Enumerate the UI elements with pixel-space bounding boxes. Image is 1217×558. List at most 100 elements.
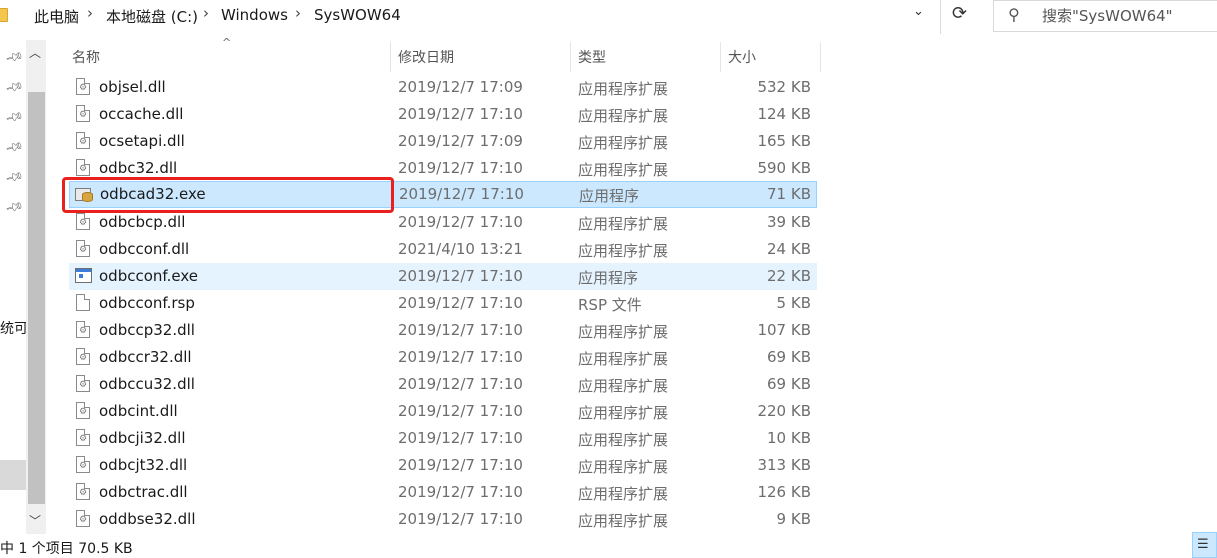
search-box[interactable]: ⚲ xyxy=(993,0,1217,32)
file-name: oddbse32.dll xyxy=(99,510,196,528)
dll-file-icon: ⚙ xyxy=(76,321,90,338)
column-header-size[interactable]: 大小 xyxy=(728,47,756,67)
file-row[interactable]: ⚙ odbccu32.dll 2019/12/7 17:10 应用程序扩展 69… xyxy=(69,371,817,398)
file-size: 10 KB xyxy=(767,429,811,447)
column-header-name[interactable]: 名称 xyxy=(72,47,100,67)
address-dropdown-icon[interactable]: ⌄ xyxy=(913,4,924,19)
file-row[interactable]: ⚙ odbcconf.dll 2021/4/10 13:21 应用程序扩展 24… xyxy=(69,236,817,263)
pin-icon[interactable]: 📌︎ xyxy=(5,107,25,127)
file-size: 124 KB xyxy=(757,105,811,123)
file-name: odbcconf.rsp xyxy=(99,294,195,312)
file-row[interactable]: ⚙ objsel.dll 2019/12/7 17:09 应用程序扩展 532 … xyxy=(69,74,817,101)
file-type: 应用程序扩展 xyxy=(578,215,669,233)
file-row[interactable]: odbcconf.rsp 2019/12/7 17:10 RSP 文件 5 KB xyxy=(69,290,817,317)
file-type: 应用程序扩展 xyxy=(578,107,669,125)
pin-icon[interactable]: 📌︎ xyxy=(5,137,25,157)
file-name: occache.dll xyxy=(99,105,184,123)
file-row[interactable]: ⚙ odbcint.dll 2019/12/7 17:10 应用程序扩展 220… xyxy=(69,398,817,425)
file-size: 69 KB xyxy=(767,348,811,366)
file-date: 2019/12/7 17:09 xyxy=(398,132,523,150)
file-size: 165 KB xyxy=(757,132,811,150)
search-input[interactable] xyxy=(1042,7,1212,25)
breadcrumb-this-pc[interactable]: 此电脑 xyxy=(34,6,79,27)
file-type: 应用程序扩展 xyxy=(578,458,669,476)
column-divider[interactable] xyxy=(390,42,391,72)
application-icon xyxy=(75,268,92,283)
file-row[interactable]: ⚙ odbcji32.dll 2019/12/7 17:10 应用程序扩展 10… xyxy=(69,425,817,452)
details-view-icon: ☰ xyxy=(1197,537,1209,552)
file-name: objsel.dll xyxy=(99,78,166,96)
file-row[interactable]: ⚙ odbccr32.dll 2019/12/7 17:10 应用程序扩展 69… xyxy=(69,344,817,371)
file-name: odbctrac.dll xyxy=(99,483,188,501)
dll-file-icon: ⚙ xyxy=(76,429,90,446)
file-type: 应用程序扩展 xyxy=(578,350,669,368)
column-divider[interactable] xyxy=(720,42,721,72)
file-row[interactable]: ⚙ occache.dll 2019/12/7 17:10 应用程序扩展 124… xyxy=(69,101,817,128)
file-type: 应用程序扩展 xyxy=(578,377,669,395)
breadcrumb-separator-icon[interactable]: › xyxy=(295,4,301,22)
dll-file-icon: ⚙ xyxy=(76,240,90,257)
file-type: 应用程序扩展 xyxy=(578,404,669,422)
column-header-date[interactable]: 修改日期 xyxy=(398,47,454,67)
file-size: 532 KB xyxy=(757,78,811,96)
file-row[interactable]: ⚙ odbctrac.dll 2019/12/7 17:10 应用程序扩展 12… xyxy=(69,479,817,506)
pin-icon[interactable]: 📌︎ xyxy=(5,167,25,187)
dll-file-icon: ⚙ xyxy=(76,456,90,473)
annotation-highlight-box xyxy=(62,177,394,213)
nav-selected-item[interactable] xyxy=(0,460,26,490)
file-date: 2019/12/7 17:10 xyxy=(398,321,523,339)
file-size: 126 KB xyxy=(757,483,811,501)
file-size: 107 KB xyxy=(757,321,811,339)
file-date: 2019/12/7 17:10 xyxy=(398,402,523,420)
file-date: 2019/12/7 17:10 xyxy=(398,510,523,528)
file-date: 2019/12/7 17:10 xyxy=(399,185,524,203)
file-date: 2019/12/7 17:10 xyxy=(398,213,523,231)
pin-icon[interactable]: 📌︎ xyxy=(5,47,25,67)
file-name: odbcbcp.dll xyxy=(99,213,186,231)
file-type: 应用程序扩展 xyxy=(578,485,669,503)
column-divider[interactable] xyxy=(570,42,571,72)
scroll-down-icon[interactable]: ﹀ xyxy=(29,512,41,529)
dll-file-icon: ⚙ xyxy=(76,159,90,176)
refresh-icon[interactable]: ⟳ xyxy=(952,3,967,24)
pin-icon[interactable]: 📌︎ xyxy=(5,197,25,217)
file-size: 5 KB xyxy=(776,294,811,312)
file-name: odbccr32.dll xyxy=(99,348,192,366)
breadcrumb-syswow64[interactable]: SysWOW64 xyxy=(314,6,401,24)
file-date: 2019/12/7 17:10 xyxy=(398,429,523,447)
file-row[interactable]: ⚙ odbcbcp.dll 2019/12/7 17:10 应用程序扩展 39 … xyxy=(69,209,817,236)
details-view-button[interactable]: ☰ xyxy=(1192,532,1217,558)
file-name: odbcconf.dll xyxy=(99,240,190,258)
dll-file-icon: ⚙ xyxy=(76,375,90,392)
dll-file-icon: ⚙ xyxy=(76,483,90,500)
breadcrumb-separator-icon[interactable]: › xyxy=(203,4,209,22)
file-type: 应用程序扩展 xyxy=(578,431,669,449)
scroll-up-icon[interactable]: ︿ xyxy=(29,44,41,61)
dll-file-icon: ⚙ xyxy=(76,348,90,365)
breadcrumb-local-disk[interactable]: 本地磁盘 (C:) xyxy=(106,6,198,27)
file-date: 2019/12/7 17:10 xyxy=(398,159,523,177)
file-size: 22 KB xyxy=(767,267,811,285)
file-name: odbcint.dll xyxy=(99,402,178,420)
file-date: 2019/12/7 17:10 xyxy=(398,294,523,312)
pin-icon[interactable]: 📌︎ xyxy=(5,77,25,97)
address-bar[interactable]: 此电脑 › 本地磁盘 (C:) › Windows › SysWOW64 ⌄ ⟳… xyxy=(0,0,1217,34)
file-row[interactable]: ⚙ odbccp32.dll 2019/12/7 17:10 应用程序扩展 10… xyxy=(69,317,817,344)
file-row[interactable]: ⚙ ocsetapi.dll 2019/12/7 17:09 应用程序扩展 16… xyxy=(69,128,817,155)
dll-file-icon: ⚙ xyxy=(76,105,90,122)
file-row[interactable]: ⚙ oddbse32.dll 2019/12/7 17:10 应用程序扩展 9 … xyxy=(69,506,817,533)
file-name: odbcjt32.dll xyxy=(99,456,188,474)
blank-file-icon xyxy=(76,294,90,311)
nav-scrollbar-thumb[interactable] xyxy=(28,92,45,504)
file-date: 2019/12/7 17:09 xyxy=(398,78,523,96)
file-row[interactable]: ⚙ odbcjt32.dll 2019/12/7 17:10 应用程序扩展 31… xyxy=(69,452,817,479)
file-size: 39 KB xyxy=(767,213,811,231)
file-row-hovered[interactable]: odbcconf.exe 2019/12/7 17:10 应用程序 22 KB xyxy=(69,263,817,290)
file-date: 2019/12/7 17:10 xyxy=(398,105,523,123)
breadcrumb-windows[interactable]: Windows xyxy=(221,6,288,24)
column-header-type[interactable]: 类型 xyxy=(578,47,606,67)
breadcrumb-separator-icon[interactable]: › xyxy=(87,4,93,22)
search-icon: ⚲ xyxy=(1008,5,1020,24)
nav-item-label[interactable]: 统可移 xyxy=(0,318,26,338)
column-divider[interactable] xyxy=(820,42,821,72)
